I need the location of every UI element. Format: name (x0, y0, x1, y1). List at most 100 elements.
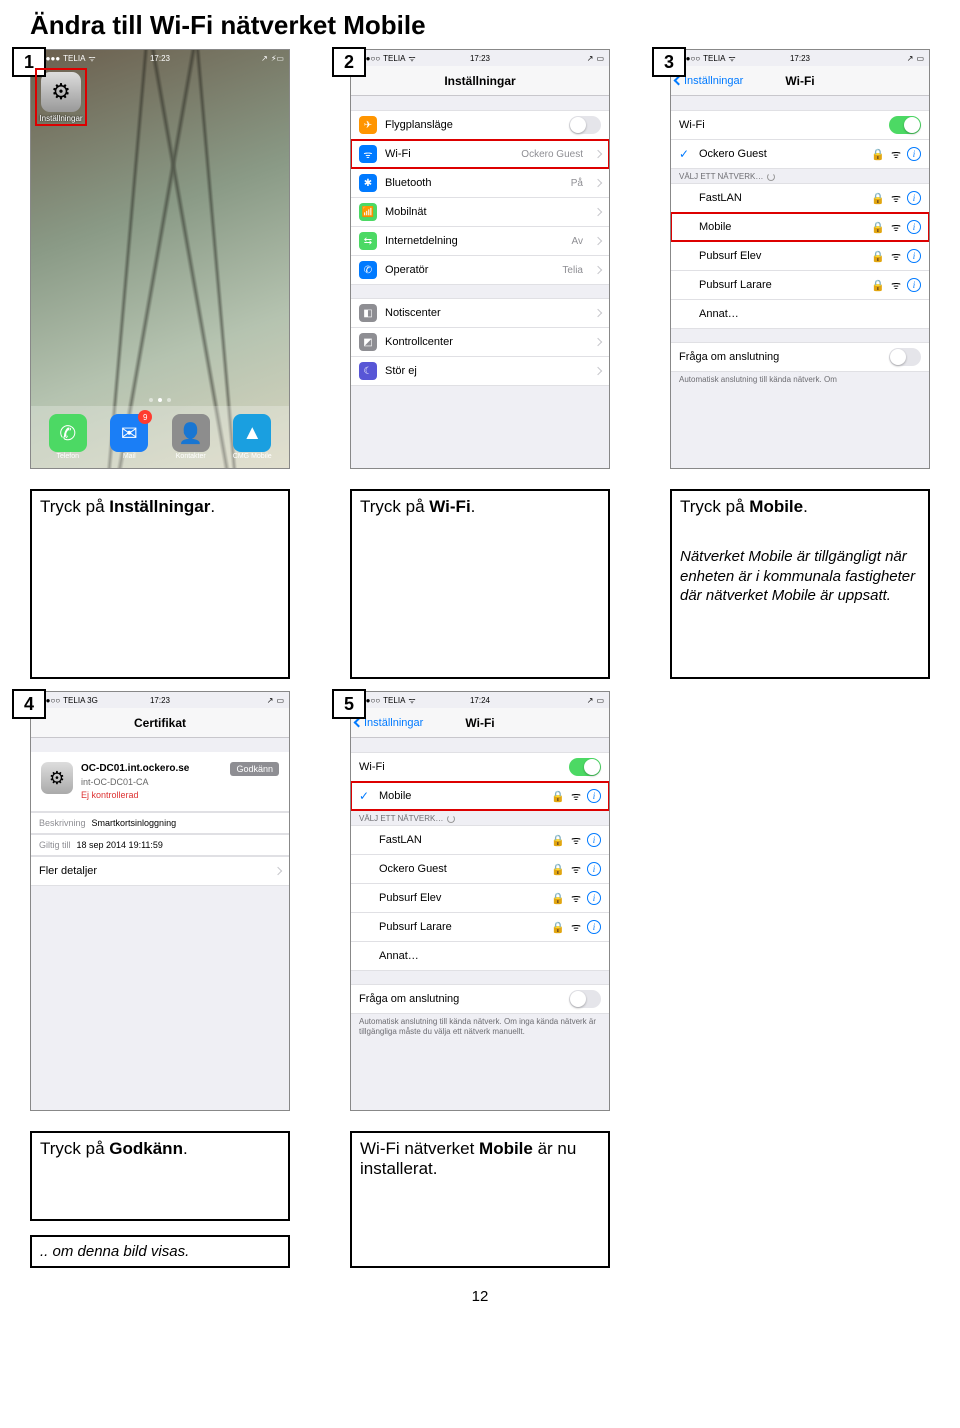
row-1: 1 ●●●●●TELIAᯤ 17:23 ↗⚡︎▭ ⚙︎ Inställninga… (30, 49, 930, 469)
row-icon: ᯤ (359, 145, 377, 163)
info-icon[interactable]: i (907, 278, 921, 292)
settings-row[interactable]: ☾Stör ej (351, 356, 609, 386)
contacts-icon: 👤 (172, 414, 210, 452)
wifi-toggle[interactable] (889, 116, 921, 134)
ask-group: Fråga om anslutning (671, 342, 929, 372)
toggle[interactable] (569, 116, 601, 134)
settings-row[interactable]: ◩Kontrollcenter (351, 327, 609, 357)
cmg-icon: ▲ (233, 414, 271, 452)
dock-contacts[interactable]: 👤Kontakter (167, 414, 215, 460)
info-icon[interactable]: i (587, 862, 601, 876)
step-1: 1 ●●●●●TELIAᯤ 17:23 ↗⚡︎▭ ⚙︎ Inställninga… (30, 49, 290, 469)
footer-text: Automatisk anslutning till kända nätverk… (351, 1013, 609, 1042)
network-row[interactable]: Mobile🔒ᯤi (671, 212, 929, 242)
page-title: Ändra till Wi-Fi nätverket Mobile (30, 10, 930, 41)
ask-to-join-row[interactable]: Fråga om anslutning (671, 342, 929, 372)
status-bar: ●●●●●TELIAᯤ 17:23 ↗⚡︎▭ (31, 50, 289, 66)
home-app-settings[interactable]: ⚙︎ Inställningar (39, 72, 83, 123)
info-icon[interactable]: i (907, 147, 921, 161)
dock-cmg[interactable]: ▲CMG Mobile (228, 414, 276, 460)
connected-network-row[interactable]: ✓ Mobile 🔒ᯤi (351, 781, 609, 811)
settings-row[interactable]: ⇆InternetdelningAv (351, 226, 609, 256)
status-bar: ●●●○○TELIA 3G 17:23 ↗▭ (31, 692, 289, 708)
ask-toggle[interactable] (889, 348, 921, 366)
chevron-right-icon (594, 237, 602, 245)
screenshot-3: ●●●○○TELIAᯤ 17:23 ↗▭ Inställningar Wi-Fi… (670, 49, 930, 469)
chevron-left-icon (354, 718, 364, 728)
info-icon[interactable]: i (587, 833, 601, 847)
lock-icon: 🔒 (551, 921, 565, 934)
choose-network-header: VÄLJ ETT NÄTVERK… (351, 810, 609, 825)
status-bar: ●●●○○TELIAᯤ 17:23 ↗▭ (351, 50, 609, 66)
screenshot-5: ●●●○○TELIAᯤ 17:24 ↗▭ Inställningar Wi-Fi… (350, 691, 610, 1111)
certificate-box: ⚙︎ OC-DC01.int.ockero.se int-OC-DC01-CA … (31, 752, 289, 812)
wifi-icon: ᯤ (571, 833, 581, 848)
wifi-icon: ᯤ (891, 220, 901, 235)
dock-mail[interactable]: ✉︎9Mail (105, 414, 153, 460)
info-icon[interactable]: i (587, 891, 601, 905)
mail-icon: ✉︎9 (110, 414, 148, 452)
approve-button[interactable]: Godkänn (230, 762, 279, 776)
wifi-icon: ᯤ (571, 891, 581, 906)
step-5: 5 ●●●○○TELIAᯤ 17:24 ↗▭ Inställningar Wi-… (350, 691, 610, 1111)
network-row[interactable]: Pubsurf Larare🔒ᯤi (671, 270, 929, 300)
caption-4: Tryck på Godkänn. (30, 1131, 290, 1221)
info-icon[interactable]: i (907, 220, 921, 234)
network-row[interactable]: Pubsurf Elev🔒ᯤi (351, 883, 609, 913)
network-row[interactable]: Annat… (351, 941, 609, 971)
settings-row[interactable]: ✱BluetoothPå (351, 168, 609, 198)
ask-to-join-row[interactable]: Fråga om anslutning (351, 984, 609, 1014)
row-icon: ⇆ (359, 232, 377, 250)
network-row[interactable]: Pubsurf Elev🔒ᯤi (671, 241, 929, 271)
info-icon[interactable]: i (907, 249, 921, 263)
row-2: 4 ●●●○○TELIA 3G 17:23 ↗▭ Certifikat ⚙︎ O… (30, 691, 930, 1111)
info-icon[interactable]: i (907, 191, 921, 205)
info-icon[interactable]: i (587, 789, 601, 803)
settings-row[interactable]: ✆OperatörTelia (351, 255, 609, 285)
lock-icon: 🔒 (871, 279, 885, 292)
wifi-toggle[interactable] (569, 758, 601, 776)
step-2: 2 ●●●○○TELIAᯤ 17:23 ↗▭ Inställningar ✈Fl… (350, 49, 610, 469)
row-icon: ☾ (359, 362, 377, 380)
row-icon: ✱ (359, 174, 377, 192)
lock-icon: 🔒 (551, 790, 565, 803)
row-icon: ◩ (359, 333, 377, 351)
settings-row[interactable]: ✈Flygplansläge (351, 110, 609, 140)
page-number: 12 (30, 1288, 930, 1305)
network-list: FastLAN🔒ᯤiMobile🔒ᯤiPubsurf Elev🔒ᯤiPubsur… (671, 183, 929, 329)
network-row[interactable]: FastLAN🔒ᯤi (671, 183, 929, 213)
network-row[interactable]: Ockero Guest🔒ᯤi (351, 854, 609, 884)
connected-network-row[interactable]: ✓ Ockero Guest 🔒ᯤi (671, 139, 929, 169)
network-row[interactable]: Annat… (671, 299, 929, 329)
phone-icon: ✆ (49, 414, 87, 452)
ask-toggle[interactable] (569, 990, 601, 1008)
wifi-toggle-group: Wi-Fi ✓ Mobile 🔒ᯤi (351, 752, 609, 811)
navbar: Inställningar (351, 66, 609, 96)
wifi-icon: ᯤ (891, 147, 901, 162)
step-3: 3 ●●●○○TELIAᯤ 17:23 ↗▭ Inställningar Wi-… (670, 49, 930, 469)
chevron-right-icon (594, 309, 602, 317)
wifi-icon: ᯤ (891, 191, 901, 206)
wifi-toggle-row[interactable]: Wi-Fi (671, 110, 929, 140)
wifi-toggle-row[interactable]: Wi-Fi (351, 752, 609, 782)
info-icon[interactable]: i (587, 920, 601, 934)
settings-row[interactable]: 📶Mobilnät (351, 197, 609, 227)
more-details-row[interactable]: Fler detaljer (31, 856, 289, 886)
screenshot-1: ●●●●●TELIAᯤ 17:23 ↗⚡︎▭ ⚙︎ Inställningar … (30, 49, 290, 469)
settings-row[interactable]: ◧Notiscenter (351, 298, 609, 328)
network-row[interactable]: Pubsurf Larare🔒ᯤi (351, 912, 609, 942)
chevron-right-icon (594, 338, 602, 346)
chevron-right-icon (594, 179, 602, 187)
network-row[interactable]: FastLAN🔒ᯤi (351, 825, 609, 855)
chevron-right-icon (594, 266, 602, 274)
mail-badge: 9 (138, 410, 152, 424)
screenshot-2: ●●●○○TELIAᯤ 17:23 ↗▭ Inställningar ✈Flyg… (350, 49, 610, 469)
caption-4-note: .. om denna bild visas. (30, 1235, 290, 1268)
navbar: Inställningar Wi-Fi (671, 66, 929, 96)
settings-row[interactable]: ᯤWi-FiOckero Guest (351, 139, 609, 169)
wifi-toggle-group: Wi-Fi ✓ Ockero Guest 🔒ᯤi (671, 110, 929, 169)
caption-1: Tryck på Inställningar. (30, 489, 290, 679)
dock-phone[interactable]: ✆Telefon (44, 414, 92, 460)
caption-3: Tryck på Mobile. Nätverket Mobile är til… (670, 489, 930, 679)
cert-details: OC-DC01.int.ockero.se int-OC-DC01-CA Ej … (81, 762, 189, 801)
